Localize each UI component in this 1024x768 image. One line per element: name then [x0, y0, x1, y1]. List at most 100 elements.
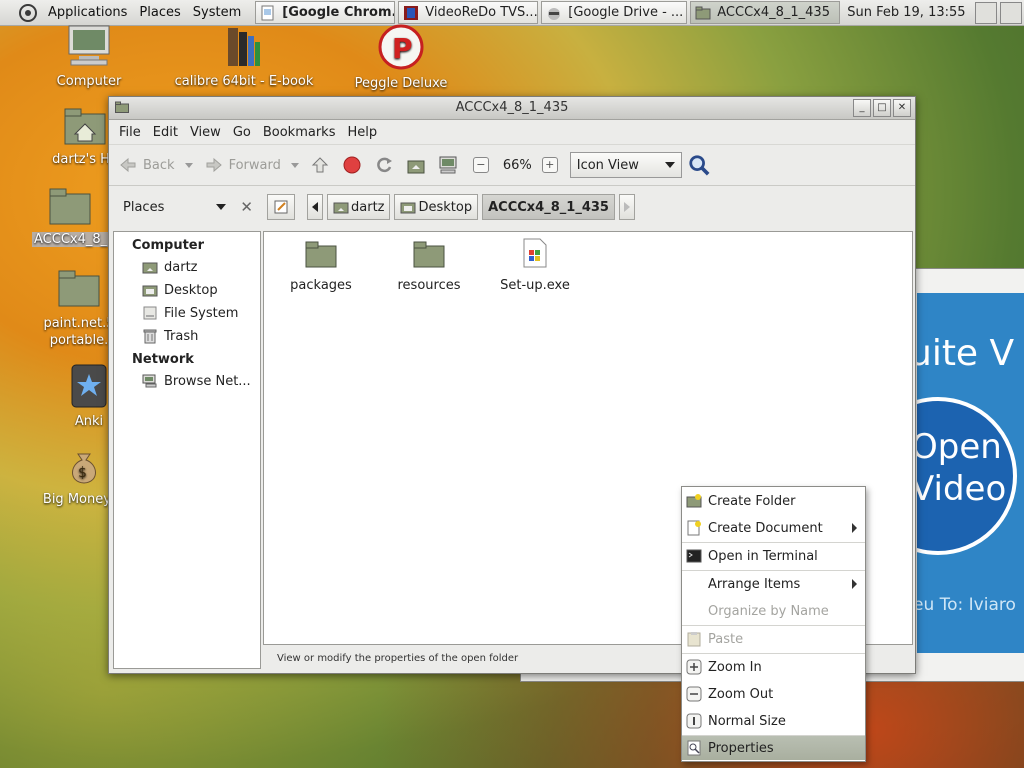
chevron-down-icon — [664, 162, 675, 168]
menu-item-create-folder[interactable]: Create Folder — [682, 488, 865, 514]
menu-item-zoom-in[interactable]: Zoom In — [682, 654, 865, 680]
sidebar-item-browse-network[interactable]: Browse Net... — [114, 370, 260, 393]
forward-button[interactable]: Forward — [203, 154, 281, 176]
zoom-out-button[interactable]: − — [472, 157, 489, 173]
sidebar-item-file-system[interactable]: File System — [114, 302, 260, 325]
submenu-arrow-icon — [852, 579, 857, 589]
menu-item-open-terminal[interactable]: Open in Terminal — [682, 543, 865, 569]
menu-item-paste[interactable]: Paste — [682, 626, 865, 652]
video-footer-text: eu To: Iviaro — [917, 595, 1016, 615]
computer-icon — [437, 154, 459, 176]
places-menu[interactable]: Places — [133, 5, 186, 20]
file-item-packages[interactable]: packages — [276, 240, 366, 293]
computer-button[interactable] — [437, 154, 463, 176]
trash-icon — [143, 329, 157, 344]
menu-help[interactable]: Help — [341, 125, 383, 140]
search-icon — [688, 154, 710, 176]
videoredo-icon — [404, 5, 419, 20]
applications-menu[interactable]: Applications — [42, 5, 133, 20]
menu-item-normal-size[interactable]: Normal Size — [682, 708, 865, 734]
back-button[interactable]: Back — [117, 154, 175, 176]
tray-app-icon[interactable] — [974, 1, 997, 24]
toolbar: Back Forward − 66% + Icon View — [109, 145, 915, 186]
properties-icon — [687, 740, 701, 756]
status-bar: View or modify the properties of the ope… — [277, 653, 519, 664]
breadcrumb-scroll-left[interactable] — [307, 194, 323, 220]
distro-logo-icon[interactable] — [18, 2, 38, 24]
close-button[interactable]: ✕ — [893, 99, 911, 117]
edit-icon — [274, 200, 288, 214]
close-sidebar-icon[interactable]: ✕ — [240, 198, 253, 216]
menu-item-properties[interactable]: Properties — [682, 736, 865, 760]
breadcrumb-scroll-right[interactable] — [618, 194, 635, 220]
up-arrow-icon — [309, 154, 331, 176]
zoom-level[interactable]: 66% — [503, 158, 532, 173]
breadcrumb: dartz Desktop ACCCx4_8_1_435 — [267, 193, 639, 221]
menu-item-create-document[interactable]: Create Document — [682, 515, 865, 541]
menu-item-zoom-out[interactable]: Zoom Out — [682, 681, 865, 707]
folder-icon — [695, 6, 711, 19]
terminal-icon — [686, 549, 702, 563]
breadcrumb-desktop[interactable]: Desktop — [394, 194, 479, 220]
stop-icon — [341, 154, 363, 176]
menu-go[interactable]: Go — [227, 125, 257, 140]
task-google-chrome[interactable]: [Google Chrom... — [255, 1, 396, 24]
desktop-icon-peggle[interactable]: P Peggle Deluxe — [350, 24, 452, 91]
exe-icon — [523, 238, 547, 268]
breadcrumb-dartz[interactable]: dartz — [327, 194, 391, 220]
paste-icon — [687, 632, 701, 647]
menu-item-arrange-items[interactable]: Arrange Items — [682, 571, 865, 597]
menu-file[interactable]: File — [113, 125, 147, 140]
toggle-location-entry-button[interactable] — [267, 194, 295, 220]
window-titlebar[interactable]: ACCCx4_8_1_435 _ □ ✕ — [109, 97, 915, 120]
up-button[interactable] — [309, 154, 335, 176]
zoom-in-icon — [686, 659, 702, 675]
task-videoredo[interactable]: VideoReDo TVS... — [398, 1, 539, 24]
document-icon — [261, 5, 274, 20]
desktop-icon-paintnet[interactable]: paint.net.5 portable. — [40, 268, 118, 349]
menu-item-organize-by-name[interactable]: Organize by Name — [682, 598, 865, 624]
clock[interactable]: Sun Feb 19, 13:55 — [847, 5, 965, 20]
forward-history-dropdown-icon[interactable] — [290, 162, 299, 168]
open-video-button[interactable]: Open Video — [917, 397, 1017, 555]
desktop-icon-computer[interactable]: Computer — [52, 24, 126, 89]
tray-raccoon-icon[interactable] — [999, 1, 1022, 24]
home-icon — [405, 154, 427, 176]
menu-view[interactable]: View — [184, 125, 227, 140]
sidebar-header-network: Network — [132, 352, 194, 367]
desktop-icon-calibre[interactable]: calibre 64bit - E-book — [172, 24, 316, 89]
location-bar: Places ✕ dartz Desktop ACCCx4_8_1_435 — [109, 185, 915, 229]
menu-edit[interactable]: Edit — [147, 125, 184, 140]
sidebar-selector[interactable]: Places ✕ — [115, 195, 253, 219]
task-acccx4-folder[interactable]: ACCCx4_8_1_435 — [690, 1, 841, 24]
breadcrumb-current[interactable]: ACCCx4_8_1_435 — [482, 194, 615, 220]
file-item-resources[interactable]: resources — [384, 240, 474, 293]
sidebar-item-desktop[interactable]: Desktop — [114, 279, 260, 302]
desktop-icon-acccx4[interactable]: ACCCx4_8_ — [32, 186, 110, 247]
stop-button[interactable] — [341, 154, 367, 176]
search-button[interactable] — [688, 154, 714, 176]
home-button[interactable] — [405, 154, 431, 176]
task-google-drive[interactable]: [Google Drive - ... — [541, 1, 688, 24]
sidebar-item-dartz[interactable]: dartz — [114, 256, 260, 279]
reload-button[interactable] — [373, 154, 399, 176]
new-document-icon — [687, 520, 701, 536]
video-panel: uite V Open Video eu To: Iviaro — [917, 293, 1024, 653]
new-folder-icon — [686, 494, 702, 508]
svg-text:$: $ — [78, 465, 87, 481]
zoom-in-button[interactable]: + — [541, 157, 558, 173]
maximize-button[interactable]: □ — [873, 99, 891, 117]
back-history-dropdown-icon[interactable] — [184, 162, 193, 168]
zoom-in-icon: + — [541, 157, 558, 173]
submenu-arrow-icon — [852, 523, 857, 533]
folder-icon — [413, 241, 445, 268]
system-menu[interactable]: System — [187, 5, 247, 20]
menu-bookmarks[interactable]: Bookmarks — [257, 125, 342, 140]
file-item-setup-exe[interactable]: Set-up.exe — [490, 238, 580, 293]
raccoon-icon — [548, 7, 561, 20]
minimize-button[interactable]: _ — [853, 99, 871, 117]
forward-arrow-icon — [203, 154, 225, 176]
sidebar-item-trash[interactable]: Trash — [114, 325, 260, 348]
view-mode-select[interactable]: Icon View — [569, 152, 682, 178]
zoom-out-icon: − — [472, 157, 489, 173]
